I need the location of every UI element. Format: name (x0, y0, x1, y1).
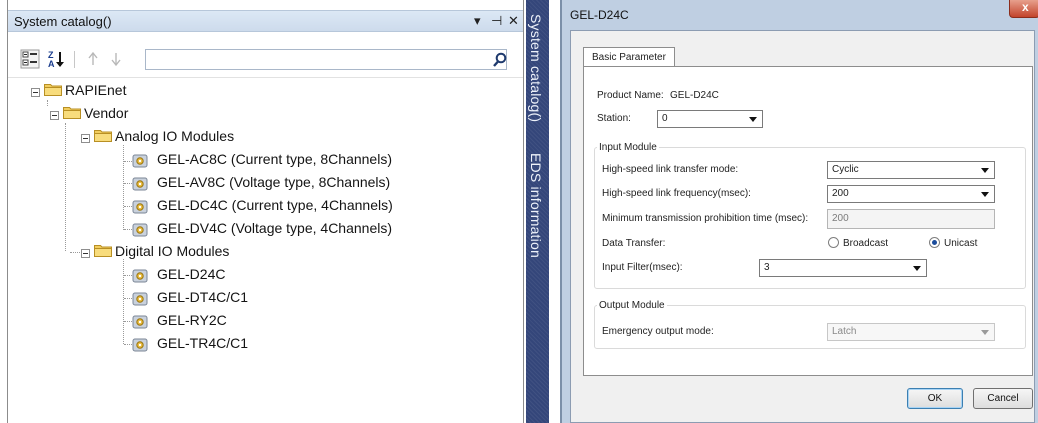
tree-node-module[interactable]: GEL-DC4C (Current type, 4Channels) (8, 195, 428, 217)
close-icon[interactable]: ✕ (508, 13, 519, 29)
tree-node-module[interactable]: GEL-TR4C/C1 (8, 333, 308, 355)
tree-node-analog-io-modules[interactable]: Analog IO Modules (8, 126, 308, 148)
ok-button[interactable]: OK (907, 388, 963, 409)
close-icon: x (1022, 0, 1029, 14)
io-module-icon (132, 177, 148, 191)
io-module-icon (132, 269, 148, 283)
folder-icon (94, 245, 112, 257)
io-module-icon (132, 154, 148, 168)
pin-icon[interactable]: ⊣ (491, 13, 502, 29)
chevron-down-icon[interactable]: ▾ (474, 13, 481, 29)
hs-mode-value: Cyclic (832, 164, 859, 175)
chevron-down-icon (981, 192, 989, 197)
toolbar-divider (74, 51, 75, 68)
tree-label: RAPIEnet (65, 82, 127, 98)
hs-frequency-select[interactable]: 200 (827, 185, 995, 203)
io-module-icon (132, 223, 148, 237)
tree-label: GEL-D24C (157, 266, 226, 282)
tree-label: GEL-RY2C (157, 312, 227, 328)
io-module-icon (132, 200, 148, 214)
folder-icon (63, 107, 81, 119)
catalog-toolbar: Z A (8, 40, 523, 78)
cancel-button[interactable]: Cancel (973, 388, 1033, 409)
station-select[interactable]: 0 (657, 110, 763, 128)
tree-label: GEL-AC8C (Current type, 8Channels) (157, 151, 392, 167)
catalog-tree: RAPIEnet Vendor Analog IO Modules GEL-AC… (8, 80, 523, 410)
product-name-label: Product Name: (597, 90, 664, 101)
tree-node-digital-io-modules[interactable]: Digital IO Modules (8, 241, 308, 263)
collapse-icon[interactable] (31, 88, 40, 97)
side-tab-strip: System catalog() EDS information (526, 0, 549, 423)
tree-node-module[interactable]: GEL-DV4C (Voltage type, 4Channels) (8, 218, 428, 240)
tree-label: Digital IO Modules (115, 243, 230, 259)
chevron-down-icon (913, 266, 921, 271)
basic-parameter-panel: Product Name: GEL-D24C Station: 0 Input … (583, 66, 1033, 376)
tree-label: GEL-AV8C (Voltage type, 8Channels) (157, 174, 391, 190)
tree-label: GEL-DT4C/C1 (157, 289, 249, 305)
folder-icon (44, 84, 62, 96)
min-transmission-label: Minimum transmission prohibition time (m… (602, 213, 809, 224)
dialog-close-button[interactable]: x (1009, 0, 1038, 18)
product-name-value: GEL-D24C (670, 90, 719, 101)
hs-mode-label: High-speed link transfer mode: (602, 164, 739, 175)
tree-node-module[interactable]: GEL-AC8C (Current type, 8Channels) (8, 149, 428, 171)
input-module-title: Input Module (597, 142, 659, 153)
emergency-output-value: Latch (832, 326, 857, 337)
tree-label: Vendor (84, 105, 129, 121)
system-catalog-panel: System catalog() ▾ ⊣ ✕ Z A RAPIEnet Vend… (7, 0, 524, 423)
catalog-title-bar: System catalog() ▾ ⊣ ✕ (8, 10, 523, 32)
tree-node-module[interactable]: GEL-AV8C (Voltage type, 8Channels) (8, 172, 428, 194)
chevron-down-icon (749, 117, 757, 122)
emergency-output-label: Emergency output mode: (602, 326, 714, 337)
gel-d24c-dialog: GEL-D24C x Basic Parameter Product Name:… (560, 0, 1038, 423)
catalog-search-input[interactable] (145, 49, 507, 70)
input-filter-label: Input Filter(msec): (602, 262, 683, 273)
search-icon[interactable] (492, 52, 508, 68)
tree-label: GEL-DV4C (Voltage type, 4Channels) (157, 220, 393, 236)
tab-basic-parameter[interactable]: Basic Parameter (583, 47, 675, 67)
io-module-icon (132, 338, 148, 352)
categorized-view-icon[interactable] (20, 49, 40, 69)
chevron-down-icon (981, 168, 989, 173)
io-module-icon (132, 315, 148, 329)
folder-icon (94, 130, 112, 142)
tree-node-module[interactable]: GEL-D24C (8, 264, 308, 286)
output-module-title: Output Module (597, 300, 667, 311)
tree-label: GEL-TR4C/C1 (157, 335, 249, 351)
hs-mode-select[interactable]: Cyclic (827, 161, 995, 179)
station-label: Station: (597, 113, 631, 124)
station-select-value: 0 (662, 113, 668, 124)
move-up-icon[interactable] (83, 49, 103, 69)
broadcast-radio[interactable] (828, 237, 839, 248)
tree-node-vendor[interactable]: Vendor (8, 103, 308, 125)
side-tab-system-catalog[interactable]: System catalog() (528, 14, 544, 122)
tree-node-rapienet[interactable]: RAPIEnet (8, 80, 308, 102)
collapse-icon[interactable] (50, 111, 59, 120)
hs-frequency-label: High-speed link frequency(msec): (602, 188, 751, 199)
svg-text:A: A (48, 59, 55, 69)
emergency-output-select[interactable]: Latch (827, 323, 995, 341)
move-down-icon[interactable] (106, 49, 126, 69)
unicast-radio[interactable] (929, 237, 940, 248)
side-tab-eds-information[interactable]: EDS information (528, 153, 544, 258)
tree-node-module[interactable]: GEL-DT4C/C1 (8, 287, 308, 309)
broadcast-label: Broadcast (843, 238, 889, 249)
input-filter-select[interactable]: 3 (759, 259, 927, 277)
hs-frequency-value: 200 (832, 188, 849, 199)
sort-az-icon[interactable]: Z A (46, 49, 66, 69)
dialog-client-area: Basic Parameter Product Name: GEL-D24C S… (570, 30, 1035, 423)
catalog-title: System catalog() (14, 14, 112, 29)
input-filter-value: 3 (764, 262, 770, 273)
io-module-icon (132, 292, 148, 306)
unicast-label: Unicast (944, 238, 978, 249)
collapse-icon[interactable] (81, 134, 90, 143)
min-transmission-field[interactable]: 200 (827, 209, 995, 229)
collapse-icon[interactable] (81, 249, 90, 258)
tree-label: GEL-DC4C (Current type, 4Channels) (157, 197, 393, 213)
tree-node-module[interactable]: GEL-RY2C (8, 310, 308, 332)
tree-label: Analog IO Modules (115, 128, 235, 144)
data-transfer-label: Data Transfer: (602, 238, 666, 249)
chevron-down-icon (981, 330, 989, 335)
dialog-title: GEL-D24C (570, 8, 629, 22)
